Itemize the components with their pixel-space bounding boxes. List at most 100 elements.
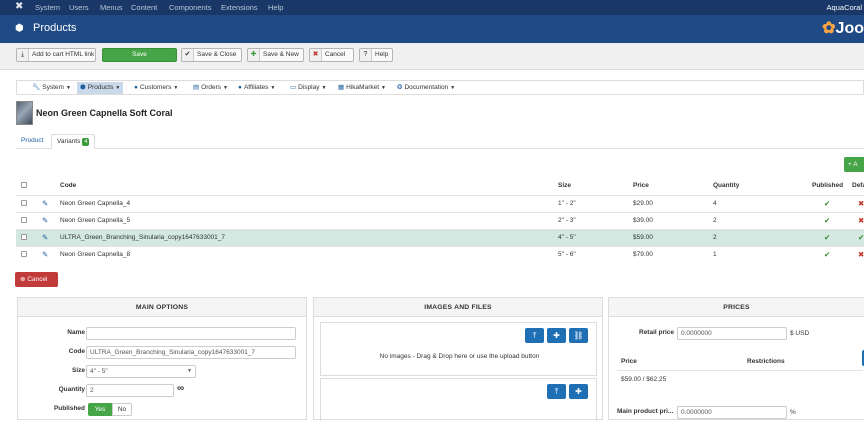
infinity-icon[interactable]: ∞ bbox=[177, 383, 184, 394]
published-yes-toggle[interactable]: Yes bbox=[88, 403, 112, 416]
published-label: Published bbox=[53, 405, 85, 412]
download-icon: ⤓ bbox=[17, 49, 29, 61]
default-check-icon[interactable]: ✔ bbox=[858, 230, 864, 246]
menu-components[interactable]: Components bbox=[169, 3, 212, 12]
variant-price: $29.00 bbox=[633, 200, 653, 207]
table-row[interactable]: ✎ Neon Green Capnella_4 1" - 2" $29.00 4… bbox=[16, 195, 864, 212]
row-checkbox[interactable] bbox=[21, 234, 27, 241]
published-check-icon[interactable]: ✔ bbox=[824, 247, 830, 263]
save-new-button[interactable]: ✚ Save & New bbox=[247, 48, 304, 62]
menu-menus[interactable]: Menus bbox=[100, 3, 123, 12]
row-checkbox[interactable] bbox=[21, 217, 27, 224]
price-col-header: Price bbox=[621, 358, 637, 365]
menu-help[interactable]: Help bbox=[268, 3, 283, 12]
cancel-variant-button[interactable]: ⊗ Cancel bbox=[15, 272, 58, 287]
add-file-icon[interactable]: ✚ bbox=[569, 384, 588, 399]
retail-price-field[interactable]: 0.0000000 bbox=[677, 327, 787, 340]
edit-pencil-icon[interactable]: ✎ bbox=[42, 213, 48, 229]
variant-code: Neon Green Capnella_5 bbox=[60, 217, 131, 224]
col-code[interactable]: Code bbox=[60, 178, 76, 194]
main-options-heading: MAIN OPTIONS bbox=[18, 298, 306, 317]
edit-pencil-icon[interactable]: ✎ bbox=[42, 230, 48, 246]
variant-price: $79.00 bbox=[633, 251, 653, 258]
toolbar: ⤓ Add to cart HTML link Save ✔ Save & Clos… bbox=[0, 43, 864, 70]
size-select[interactable]: 4" - 5" ▼ bbox=[86, 365, 196, 378]
save-close-button[interactable]: ✔ Save & Close bbox=[181, 48, 242, 62]
joomla-logo-icon[interactable]: ✖ bbox=[15, 1, 23, 12]
hikamenu-system[interactable]: 🔧︎ System ▼ bbox=[29, 82, 74, 94]
hikamenu-affiliates[interactable]: ● Affiliates ▼ bbox=[235, 82, 278, 94]
tab-product[interactable]: Product bbox=[16, 134, 48, 149]
cancel-button[interactable]: ✖ Cancel bbox=[309, 48, 354, 62]
hikamenu-orders[interactable]: ▤ Orders ▼ bbox=[190, 82, 231, 94]
menu-users[interactable]: Users bbox=[69, 3, 89, 12]
help-button[interactable]: ? Help bbox=[359, 48, 393, 62]
row-checkbox[interactable] bbox=[21, 200, 27, 207]
file-dropzone[interactable]: ⤒ ✚ bbox=[320, 378, 597, 421]
quantity-field[interactable]: 2 bbox=[86, 384, 174, 397]
variant-quantity: 2 bbox=[713, 234, 717, 241]
published-check-icon[interactable]: ✔ bbox=[824, 196, 830, 212]
hikamenu-hikamarket[interactable]: ▦ HikaMarket ▼ bbox=[335, 82, 389, 94]
add-image-icon[interactable]: ✚ bbox=[547, 328, 566, 343]
cubes-icon: ⬢ bbox=[15, 23, 24, 34]
table-row-selected[interactable]: ✎ ULTRA_Green_Branching_Sinularia_copy16… bbox=[16, 229, 864, 246]
upload-icon[interactable]: ⤒ bbox=[525, 328, 544, 343]
images-heading: IMAGES AND FILES bbox=[314, 298, 602, 317]
cancel-icon: ✖ bbox=[310, 49, 322, 61]
admin-top-nav: ✖ System Users Menus Content Components … bbox=[0, 0, 864, 15]
col-size[interactable]: Size bbox=[558, 178, 571, 194]
hikamenu-documentation[interactable]: ❂ Documentation ▼ bbox=[394, 82, 458, 94]
users-icon: ● bbox=[238, 84, 242, 91]
hikamenu-customers[interactable]: ● Customers ▼ bbox=[131, 82, 181, 94]
menu-content[interactable]: Content bbox=[131, 3, 157, 12]
published-no-toggle[interactable]: No bbox=[112, 403, 132, 416]
name-field[interactable] bbox=[86, 327, 296, 340]
published-check-icon[interactable]: ✔ bbox=[824, 230, 830, 246]
site-name-link[interactable]: AquaCoral bbox=[827, 3, 862, 12]
product-name: Neon Green Capnella Soft Coral bbox=[36, 108, 173, 118]
help-icon: ❂ bbox=[397, 84, 403, 91]
edit-pencil-icon[interactable]: ✎ bbox=[42, 247, 48, 263]
save-button[interactable]: Save bbox=[102, 48, 177, 62]
variant-size: 1" - 2" bbox=[558, 200, 576, 207]
default-toggle-icon[interactable]: ✖ bbox=[858, 213, 864, 229]
edit-pencil-icon[interactable]: ✎ bbox=[42, 196, 48, 212]
cancel-circle-icon: ⊗ bbox=[20, 276, 26, 283]
published-check-icon[interactable]: ✔ bbox=[824, 213, 830, 229]
menu-extensions[interactable]: Extensions bbox=[221, 3, 258, 12]
select-all-checkbox[interactable] bbox=[21, 182, 27, 189]
variant-code: Neon Green Capnella_4 bbox=[60, 200, 131, 207]
add-variant-button[interactable]: + A bbox=[844, 157, 864, 172]
link-icon[interactable]: ⛓ bbox=[569, 328, 588, 343]
monitor-icon: ▭ bbox=[290, 84, 297, 91]
product-tabs: Product Variants 4 bbox=[16, 132, 864, 149]
shop-icon: ▦ bbox=[338, 84, 345, 91]
col-published[interactable]: Published bbox=[812, 178, 843, 194]
check-icon: ✔ bbox=[182, 49, 194, 61]
table-row[interactable]: ✎ Neon Green Capnella_5 2" - 3" $39.00 2… bbox=[16, 212, 864, 229]
wrench-icon: 🔧︎ bbox=[32, 84, 41, 91]
menu-system[interactable]: System bbox=[35, 3, 60, 12]
add-to-cart-link-button[interactable]: ⤓ Add to cart HTML link bbox=[16, 48, 96, 62]
table-row[interactable]: ✎ Neon Green Capnella_8 5" - 6" $79.00 1… bbox=[16, 246, 864, 263]
quantity-label: Quantity bbox=[58, 386, 85, 393]
upload-file-icon[interactable]: ⤒ bbox=[547, 384, 566, 399]
price-divider bbox=[617, 370, 863, 371]
tab-variants[interactable]: Variants 4 bbox=[51, 134, 96, 149]
image-dropzone[interactable]: ⤒ ✚ ⛓ No images - Drag & Drop here or us… bbox=[320, 322, 597, 376]
code-field[interactable]: ULTRA_Green_Branching_Sinularia_copy1647… bbox=[86, 346, 296, 359]
default-toggle-icon[interactable]: ✖ bbox=[858, 196, 864, 212]
row-checkbox[interactable] bbox=[21, 251, 27, 258]
default-toggle-icon[interactable]: ✖ bbox=[858, 247, 864, 263]
plus-icon: ✚ bbox=[248, 49, 260, 61]
hikamenu-products[interactable]: ⬢ Products ▼ bbox=[77, 82, 124, 94]
col-price[interactable]: Price bbox=[633, 178, 649, 194]
col-default[interactable]: Defa bbox=[852, 178, 864, 194]
variant-code: ULTRA_Green_Branching_Sinularia_copy1647… bbox=[60, 234, 226, 241]
hikashop-menu: 🔧︎ System ▼ ⬢ Products ▼ ● Customers ▼ ▤ Orders… bbox=[16, 80, 864, 95]
hikamenu-display[interactable]: ▭ Display ▼ bbox=[287, 82, 329, 94]
no-images-text: No images - Drag & Drop here or use the … bbox=[379, 353, 540, 360]
col-quantity[interactable]: Quantity bbox=[713, 178, 739, 194]
main-product-price-field[interactable]: 0.0000000 bbox=[677, 406, 787, 419]
